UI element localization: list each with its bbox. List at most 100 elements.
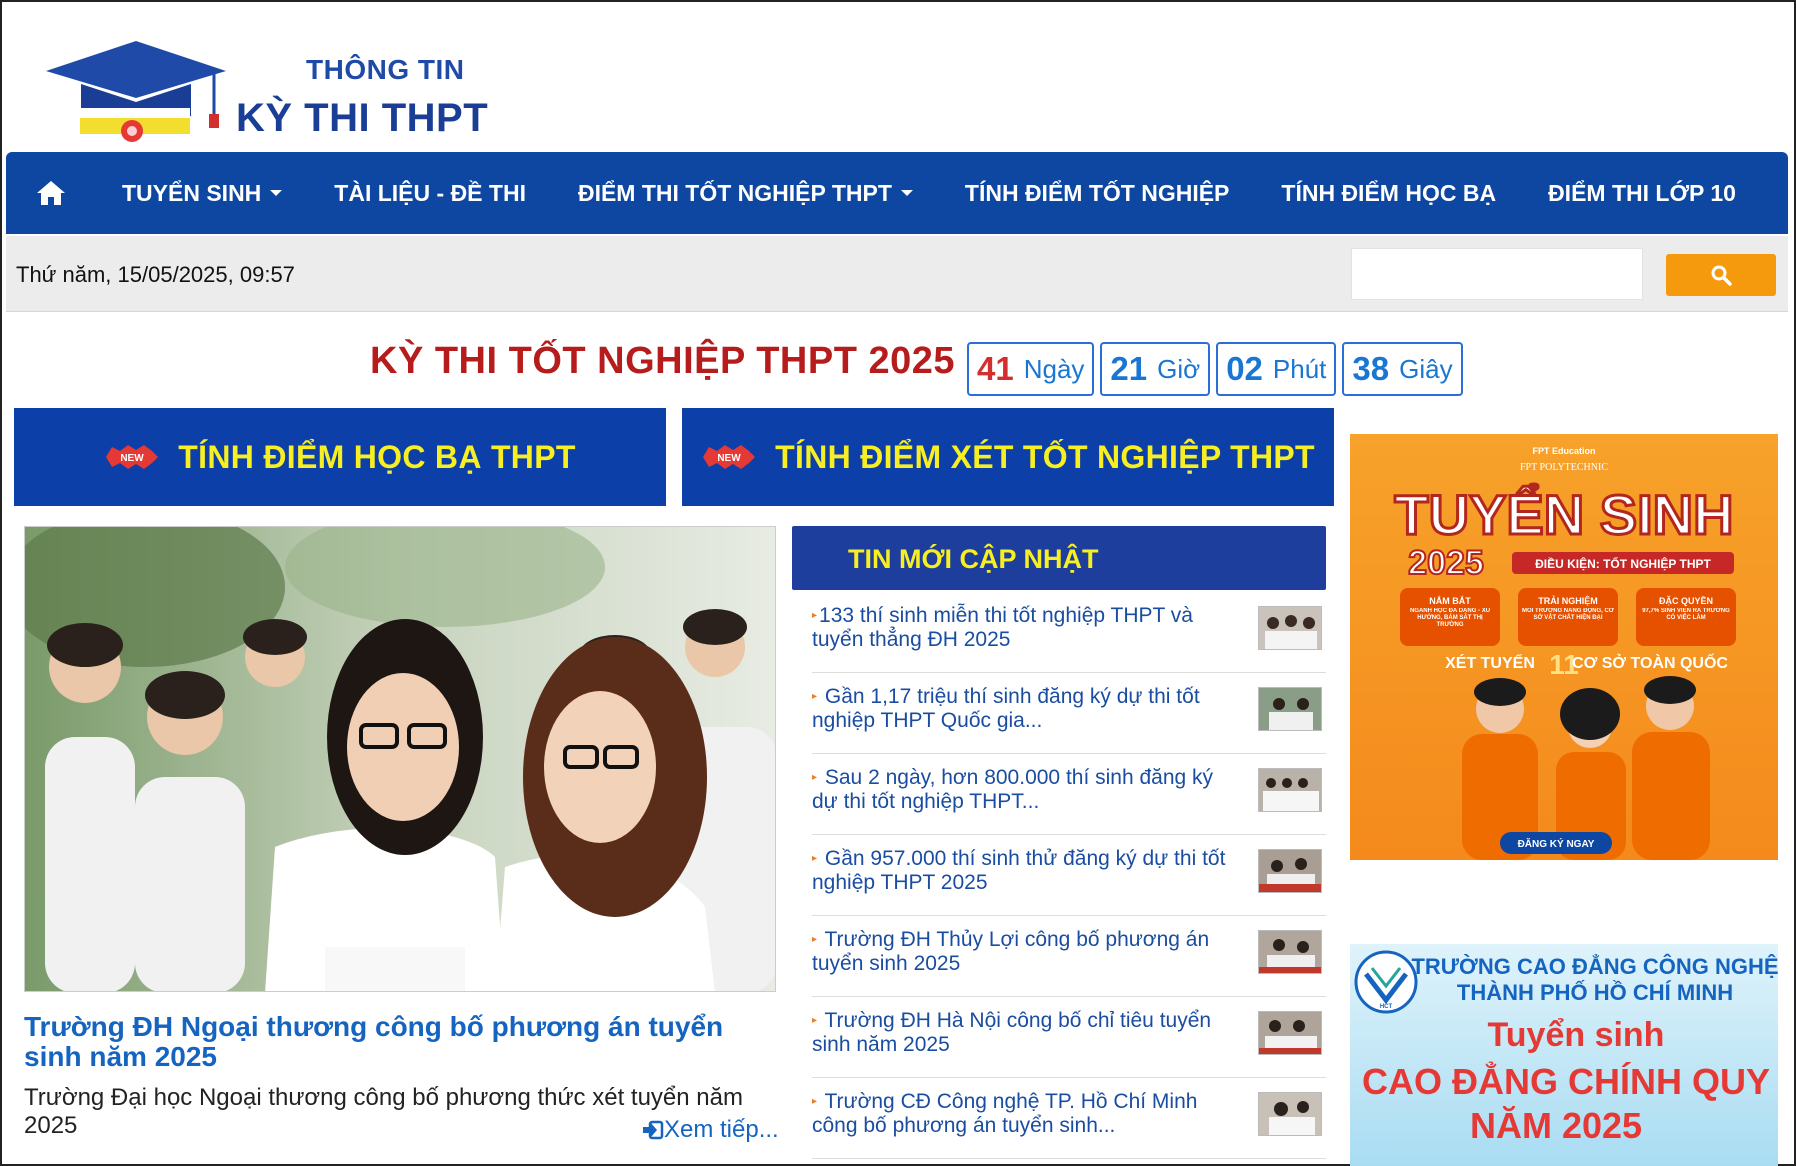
bullet-icon: ▸ xyxy=(812,934,818,946)
countdown-days: 41 Ngày xyxy=(967,342,1095,396)
countdown-hours: 21 Giờ xyxy=(1100,342,1211,396)
fpt-co-so: CƠ SỞ TOÀN QUỐC xyxy=(1572,652,1728,672)
countdown-days-value: 41 xyxy=(977,350,1014,387)
bullet-icon: ▸ xyxy=(812,1096,818,1108)
fpt-condition: ĐIỀU KIỆN: TỐT NGHIỆP THPT xyxy=(1535,556,1711,571)
list-item[interactable]: ▸ Trường CĐ Công nghệ TP. Hồ Chí Minh cô… xyxy=(812,1078,1326,1159)
nav-item-diem-thi-lop-10[interactable]: ĐIỂM THI LỚP 10 xyxy=(1522,152,1762,234)
countdown-days-label: Ngày xyxy=(1023,353,1085,384)
news-title-text: Trường CĐ Công nghệ TP. Hồ Chí Minh công… xyxy=(812,1090,1198,1138)
search-icon xyxy=(1711,265,1732,286)
home-icon[interactable] xyxy=(6,152,96,234)
chevron-down-icon xyxy=(900,190,913,196)
nav-item-tinh-diem-tot-nghiep[interactable]: TÍNH ĐIỂM TỐT NGHIỆP xyxy=(939,152,1256,234)
countdown-hours-label: Giờ xyxy=(1157,353,1201,384)
current-datetime: Thứ năm, 15/05/2025, 09:57 xyxy=(16,262,295,287)
hct-logo-text: HCT xyxy=(1380,1004,1393,1010)
nav-label: ĐIỂM THI TỐT NGHIỆP THPT xyxy=(577,179,892,206)
bullet-icon: ▸ xyxy=(812,853,818,865)
list-item[interactable]: ▸ Gần 1,17 triệu thí sinh đăng ký dự thi… xyxy=(812,673,1326,754)
news-thumbnail xyxy=(1258,849,1322,893)
list-item[interactable]: ▸ Sau 2 ngày, hơn 800.000 thí sinh đăng … xyxy=(812,754,1326,835)
countdown-minutes-value: 02 xyxy=(1226,350,1263,387)
news-title: ▸ Gần 1,17 triệu thí sinh đăng ký dự thi… xyxy=(812,685,1242,733)
new-badge-icon: NEW xyxy=(703,445,756,469)
site-header: THÔNG TIN KỲ THI THPT xyxy=(6,6,1786,150)
bullet-icon: ▸ xyxy=(812,610,818,622)
main-nav: TUYỂN SINH TÀI LIỆU - ĐỀ THI ĐIỂM THI TỐ… xyxy=(6,152,1788,234)
hct-line-5: NĂM 2025 xyxy=(1470,1105,1642,1146)
read-more-label: Xem tiếp... xyxy=(664,1116,779,1143)
read-more-link[interactable]: Xem tiếp... xyxy=(642,1116,779,1144)
nav-item-diem-thi-tot-nghiep[interactable]: ĐIỂM THI TỐT NGHIỆP THPT xyxy=(552,152,939,234)
tinh-diem-hoc-ba-button[interactable]: NEW TÍNH ĐIỂM HỌC BẠ THPT xyxy=(14,408,666,506)
news-title: ▸ Gần 957.000 thí sinh thử đăng ký dự th… xyxy=(812,847,1242,895)
sign-in-icon xyxy=(643,1120,664,1140)
list-item[interactable]: ▸133 thí sinh miễn thi tốt nghiệp THPT v… xyxy=(812,592,1326,673)
bullet-icon: ▸ xyxy=(812,1015,818,1027)
list-item[interactable]: ▸ Trường ĐH Hà Nội công bố chỉ tiêu tuyể… xyxy=(812,997,1326,1078)
news-title-text: Gần 957.000 thí sinh thử đăng ký dự thi … xyxy=(812,847,1226,895)
bullet-icon: ▸ xyxy=(812,691,818,703)
featured-article-title[interactable]: Trường ĐH Ngoại thương công bố phương án… xyxy=(24,1012,776,1072)
tinh-diem-hoc-ba-label: TÍNH ĐIỂM HỌC BẠ THPT xyxy=(178,438,576,475)
nav-label: ĐIỂM THI LỚP 10 xyxy=(1548,179,1736,206)
fpt-badge-2-text: MÔI TRƯỜNG NĂNG ĐỘNG, CƠ SỞ VẬT CHẤT HIỆ… xyxy=(1522,608,1614,621)
nav-item-tinh-diem-hoc-ba[interactable]: TÍNH ĐIỂM HỌC BẠ xyxy=(1255,152,1522,234)
news-title: ▸ Sau 2 ngày, hơn 800.000 thí sinh đăng … xyxy=(812,766,1242,814)
nav-item-tai-lieu-de-thi[interactable]: TÀI LIỆU - ĐỀ THI xyxy=(308,152,552,234)
news-title: ▸133 thí sinh miễn thi tốt nghiệp THPT v… xyxy=(812,604,1242,652)
countdown-hours-value: 21 xyxy=(1110,350,1148,387)
news-title: ▸ Trường ĐH Thủy Lợi công bố phương án t… xyxy=(812,928,1242,976)
news-title: ▸ Trường ĐH Hà Nội công bố chỉ tiêu tuyể… xyxy=(812,1009,1242,1057)
fpt-xet-tuyen: XÉT TUYỂN xyxy=(1445,653,1535,672)
countdown-seconds-value: 38 xyxy=(1352,350,1390,387)
logo-line-1: THÔNG TIN xyxy=(306,54,465,85)
hct-line-1: TRƯỜNG CAO ĐẲNG CÔNG NGHỆ xyxy=(1411,954,1778,979)
hct-college-ad[interactable]: HCT TRƯỜNG CAO ĐẲNG CÔNG NGHỆ THÀNH PHỐ … xyxy=(1350,944,1778,1166)
news-thumbnail xyxy=(1258,606,1322,650)
fpt-badge-3-text: 97,7% SINH VIÊN RA TRƯỜNG CÓ VIỆC LÀM xyxy=(1642,608,1730,621)
hct-line-3: Tuyển sinh xyxy=(1488,1016,1665,1054)
nav-label: TÀI LIỆU - ĐỀ THI xyxy=(334,179,526,206)
tinh-diem-tot-nghiep-button[interactable]: NEW TÍNH ĐIỂM XÉT TỐT NGHIỆP THPT xyxy=(682,408,1334,506)
exam-countdown-title: KỲ THI TỐT NGHIỆP THPT 2025 xyxy=(370,340,956,382)
graduation-cap-icon xyxy=(46,41,226,142)
search-input[interactable] xyxy=(1351,248,1643,300)
exam-countdown: 41 Ngày 21 Giờ 02 Phút 38 Giây xyxy=(967,342,1463,396)
fpt-year: 2025 xyxy=(1408,544,1484,582)
news-thumbnail xyxy=(1258,687,1322,731)
news-title-text: Trường ĐH Hà Nội công bố chỉ tiêu tuyển … xyxy=(812,1009,1212,1057)
list-item[interactable]: ▸ Gần 957.000 thí sinh thử đăng ký dự th… xyxy=(812,835,1326,916)
news-thumbnail xyxy=(1258,930,1322,974)
latest-news-list: ▸133 thí sinh miễn thi tốt nghiệp THPT v… xyxy=(812,592,1326,1159)
news-thumbnail xyxy=(1258,1011,1322,1055)
bullet-icon: ▸ xyxy=(812,772,818,784)
fpt-title: TUYỂN SINH xyxy=(1394,483,1733,546)
hct-line-4: CAO ĐẲNG CHÍNH QUY xyxy=(1362,1060,1770,1102)
nav-item-tuyen-sinh[interactable]: TUYỂN SINH xyxy=(96,152,308,234)
news-title-text: Trường ĐH Thủy Lợi công bố phương án tuy… xyxy=(812,928,1210,976)
new-badge-text: NEW xyxy=(717,453,741,464)
news-title: ▸ Trường CĐ Công nghệ TP. Hồ Chí Minh cô… xyxy=(812,1090,1242,1138)
logo-line-2: KỲ THI THPT xyxy=(236,96,489,140)
news-title-text: 133 thí sinh miễn thi tốt nghiệp THPT và… xyxy=(812,604,1193,652)
countdown-minutes-label: Phút xyxy=(1272,353,1327,384)
news-title-text: Gần 1,17 triệu thí sinh đăng ký dự thi t… xyxy=(812,685,1200,733)
countdown-minutes: 02 Phút xyxy=(1216,342,1337,396)
news-thumbnail xyxy=(1258,1092,1322,1136)
news-thumbnail xyxy=(1258,768,1322,812)
list-item[interactable]: ▸ Trường ĐH Thủy Lợi công bố phương án t… xyxy=(812,916,1326,997)
fpt-polytechnic-ad[interactable]: FPT Education FPT POLYTECHNIC TUYỂN SINH… xyxy=(1350,434,1778,860)
tinh-diem-tot-nghiep-label: TÍNH ĐIỂM XÉT TỐT NGHIỆP THPT xyxy=(775,438,1315,475)
featured-article-image[interactable] xyxy=(24,526,776,992)
hct-line-2: THÀNH PHỐ HỒ CHÍ MINH xyxy=(1457,979,1733,1005)
fpt-badge-1: NẮM BẮT xyxy=(1429,596,1471,606)
fpt-cta: ĐĂNG KÝ NGAY xyxy=(1518,837,1595,850)
fpt-school: FPT POLYTECHNIC xyxy=(1520,462,1608,473)
nav-label: TÍNH ĐIỂM HỌC BẠ xyxy=(1281,179,1497,206)
new-badge-icon: NEW xyxy=(106,445,159,469)
nav-label: TÍNH ĐIỂM TỐT NGHIỆP xyxy=(964,179,1230,206)
news-title-text: Sau 2 ngày, hơn 800.000 thí sinh đăng ký… xyxy=(812,766,1214,814)
search-button[interactable] xyxy=(1666,254,1776,296)
